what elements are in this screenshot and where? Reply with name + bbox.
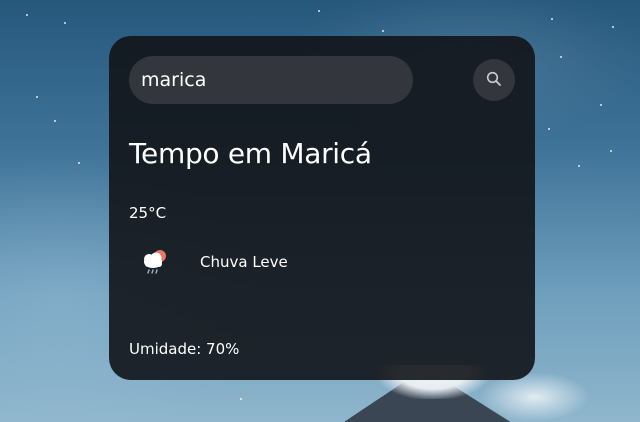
star (560, 56, 562, 58)
star (548, 128, 550, 130)
star (610, 150, 612, 152)
star (382, 30, 384, 32)
star (612, 26, 614, 28)
city-title: Tempo em Maricá (129, 137, 372, 170)
search-row (129, 56, 515, 104)
search-button[interactable] (473, 59, 515, 101)
star (600, 104, 602, 106)
search-icon (486, 71, 502, 90)
star (240, 398, 242, 400)
star (551, 18, 553, 20)
star (26, 14, 28, 16)
condition-row: Chuva Leve (129, 242, 515, 282)
star (78, 162, 80, 164)
light-rain-cloud-icon (135, 242, 175, 282)
condition-text: Chuva Leve (200, 253, 288, 271)
star (578, 165, 580, 167)
weather-card: Tempo em Maricá 25°C Chuva Leve Umidade:… (109, 36, 535, 380)
star (64, 22, 66, 24)
star (318, 10, 320, 12)
humidity: Umidade: 70% (129, 340, 240, 358)
star (54, 120, 56, 122)
search-input[interactable] (129, 56, 413, 104)
temperature: 25°C (129, 204, 167, 222)
star (36, 96, 38, 98)
